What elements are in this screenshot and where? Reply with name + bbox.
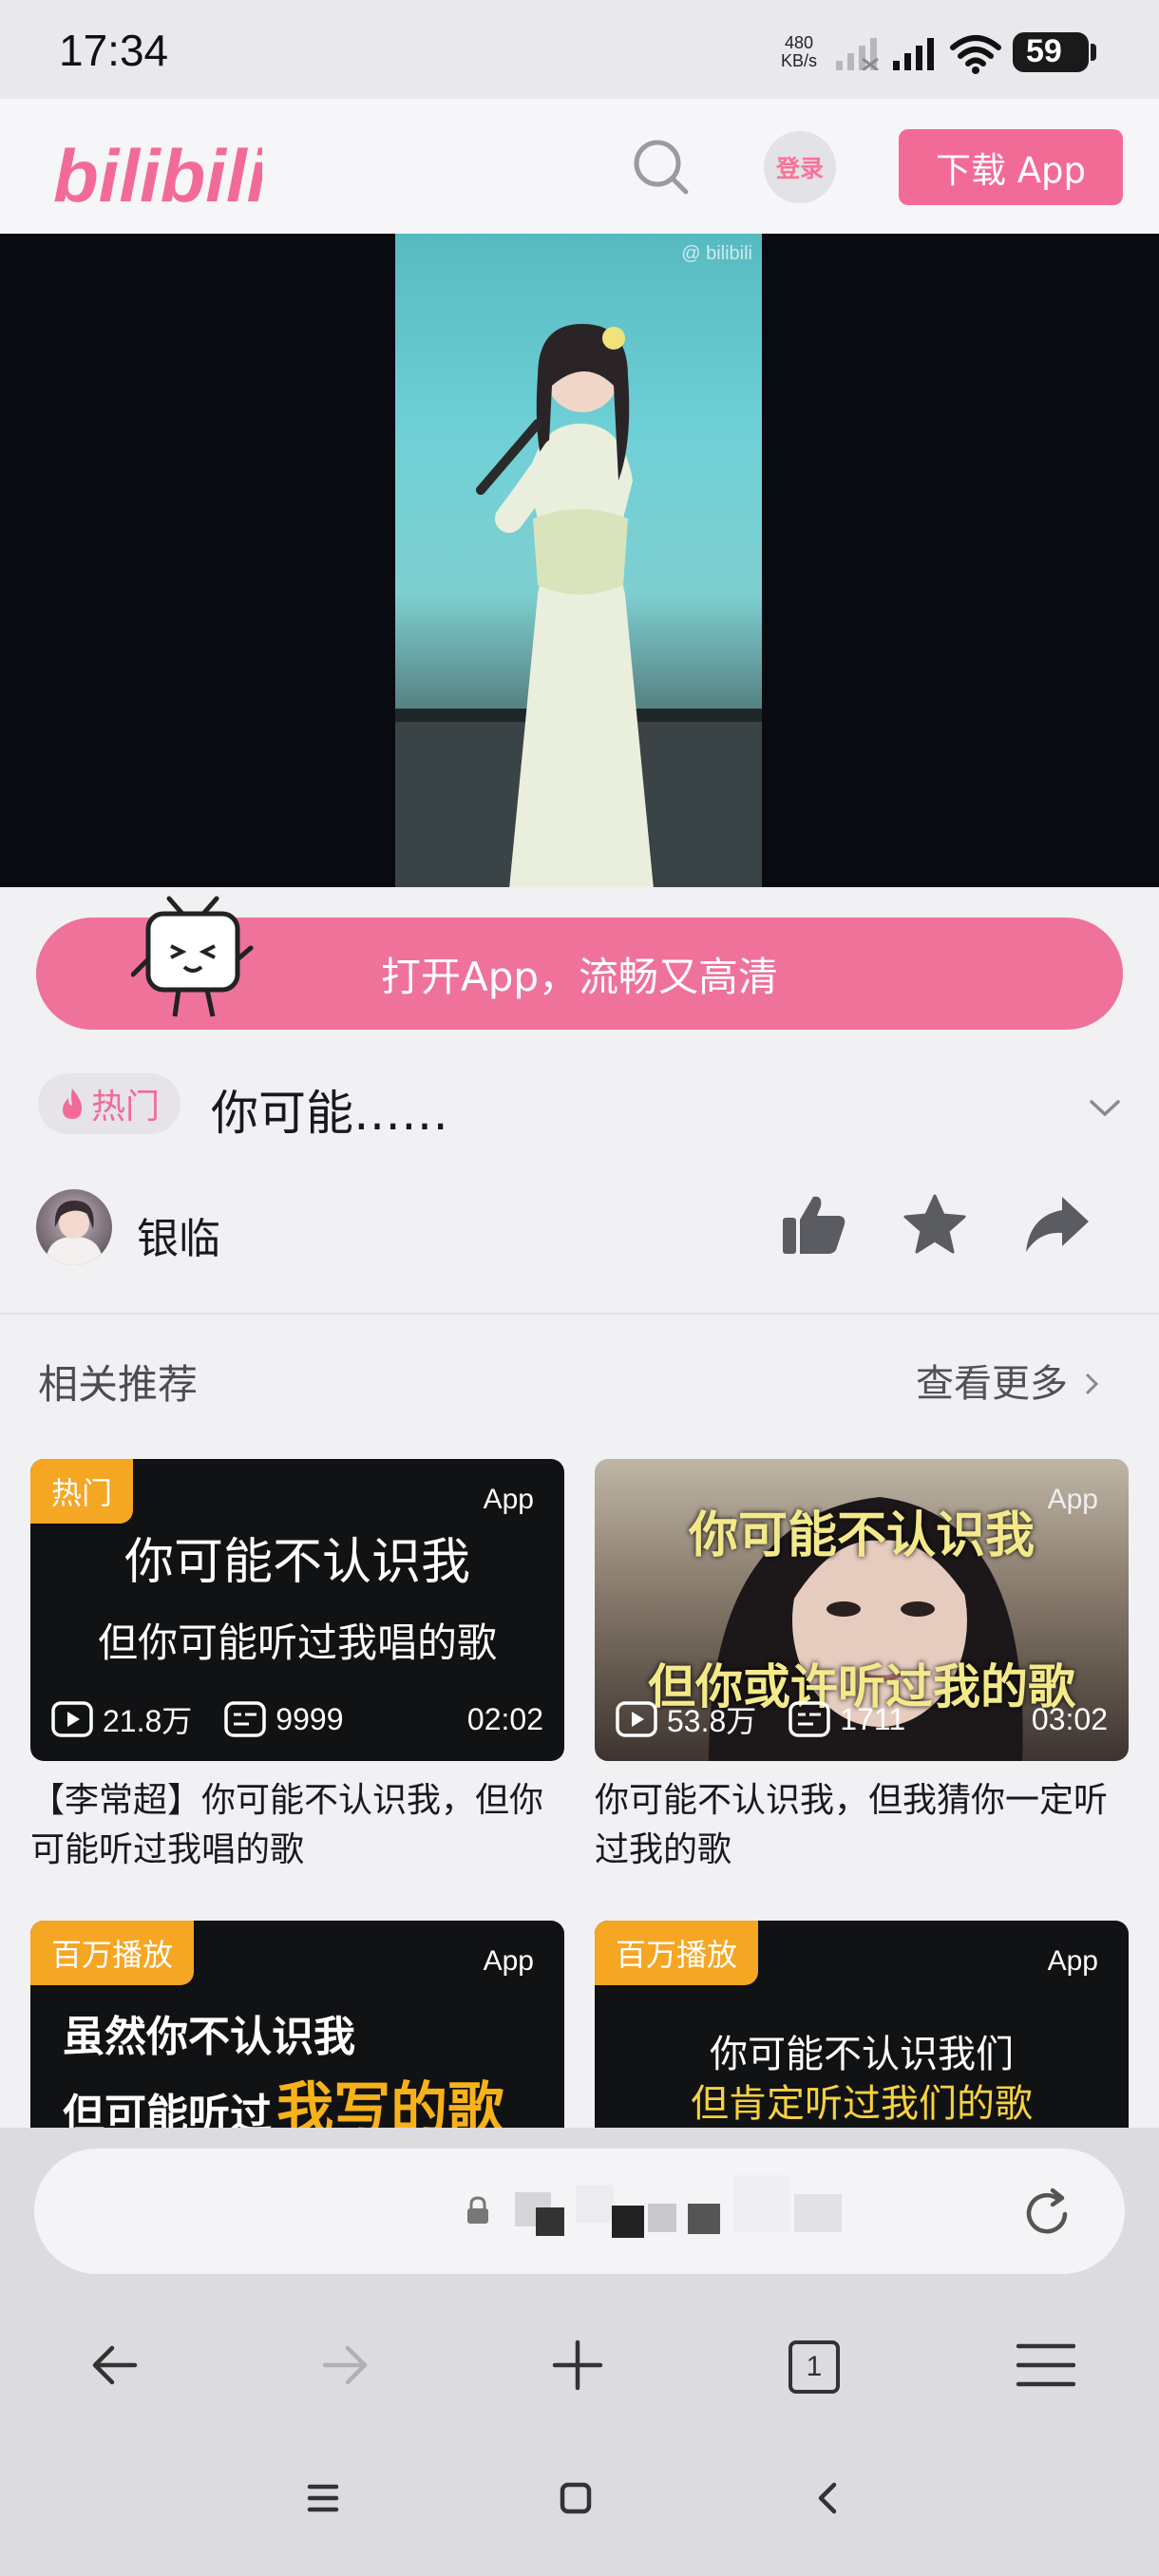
logo-text: bilibili [53,134,262,213]
video-thumbnail[interactable]: App 你可能不认识我 但你或许听过我的歌 53.8万 1711 03:02 [595,1459,1129,1761]
menu-icon[interactable] [1016,2339,1075,2392]
app-label: App [483,1484,534,1515]
uploader-avatar[interactable] [36,1189,112,1265]
thumbs-up-icon[interactable] [781,1193,847,1256]
home-icon[interactable] [559,2481,593,2515]
flame-icon [62,1089,82,1119]
play-count-icon [616,1701,657,1737]
video-card[interactable]: App 你可能不认识我 但你或许听过我的歌 53.8万 1711 03:02 你… [595,1459,1129,1875]
status-time: 17:34 [59,26,169,75]
signal-strong-icon [893,38,934,70]
signal-weak-icon [836,38,879,70]
related-heading: 相关推荐 [38,1361,199,1408]
see-more-label: 查看更多 [916,1362,1068,1406]
battery-indicator: 59 [1013,32,1089,72]
app-label: App [1047,1945,1098,1977]
danmaku-count: 1711 [840,1701,906,1736]
net-speed-unit: KB/s [780,51,817,70]
download-app-button[interactable]: 下载 App [899,129,1123,205]
thumbnail-caption: 但你可能听过我唱的歌 [97,1619,497,1666]
hot-label: 热门 [90,1088,160,1127]
net-speed-value: 480 [784,33,814,52]
video-still-image [395,324,762,887]
uploader-name[interactable]: 银临 [137,1204,220,1265]
recent-apps-icon[interactable] [306,2481,340,2515]
card-title[interactable]: 【李常超】你可能不认识我，但你可能听过我唱的歌 [30,1776,564,1875]
section-divider [0,1313,1159,1315]
video-stats: 21.8万 9999 02:02 [51,1698,543,1740]
play-count-icon [51,1701,93,1737]
danmaku-count: 9999 [276,1701,344,1736]
system-back-icon[interactable] [811,2481,846,2515]
danmaku-icon [788,1701,831,1737]
url-redacted [515,2175,842,2238]
video-thumbnail[interactable]: 热门 App 你可能不认识我 但你可能听过我唱的歌 21.8万 9999 02:… [30,1459,564,1761]
wifi-icon [950,35,1001,74]
thumbnail-caption: 你可能不认识我们 [710,2033,1014,2076]
thumbnail-caption: 虽然你不认识我 [63,2013,355,2061]
card-title[interactable]: 你可能不认识我，但我猜你一定听过我的歌 [595,1776,1129,1875]
thumbnail-caption: 你可能不认识我 [124,1534,470,1591]
thumbnail-caption: 你可能不认识我 [688,1507,1035,1564]
login-button[interactable]: 登录 [764,131,836,203]
video-title: 你可能…… [211,1086,448,1141]
chevron-down-icon[interactable] [1089,1098,1121,1119]
view-count: 53.8万 [667,1704,757,1738]
view-count: 21.8万 [103,1704,193,1738]
lock-icon [467,2196,488,2224]
avatar-image [46,1201,103,1265]
hot-badge: 热门 [38,1073,180,1134]
thumbnail-caption: 但肯定听过我们的歌 [691,2082,1033,2126]
video-tag: 百万播放 [595,1921,759,1985]
video-stats: 53.8万 1711 03:02 [616,1698,1108,1740]
bilibili-logo[interactable]: bilibili [53,122,262,213]
tab-count-frame: 1 [788,2340,840,2394]
video-card[interactable]: 热门 App 你可能不认识我 但你可能听过我唱的歌 21.8万 9999 02:… [30,1459,564,1875]
battery-cap [1091,44,1096,61]
forward-icon[interactable] [319,2339,372,2392]
net-speed: 480 KB/s [775,34,823,70]
see-more-link[interactable]: 查看更多 [916,1353,1099,1408]
share-icon[interactable] [1024,1195,1091,1254]
video-duration: 03:02 [1031,1701,1108,1736]
video-tag: 热门 [30,1459,134,1524]
search-icon[interactable] [631,137,692,198]
back-icon[interactable] [87,2339,141,2392]
reload-icon[interactable] [1018,2185,1075,2242]
new-tab-icon[interactable] [551,2339,604,2392]
video-duration: 02:02 [466,1701,543,1736]
tab-count: 1 [806,2351,823,2382]
star-icon[interactable] [902,1193,967,1256]
danmaku-icon [224,1701,267,1737]
app-label: App [483,1945,534,1977]
video-tag: 百万播放 [30,1921,195,1985]
chevron-right-icon [1085,1373,1098,1395]
video-player[interactable]: @ bilibili [0,234,1159,887]
tv-mascot-icon [131,896,254,1017]
video-frame[interactable]: @ bilibili [395,234,762,887]
status-bar: 17:34 480 KB/s 59 [0,0,1159,99]
tabs-button[interactable]: 1 [787,2339,840,2394]
battery-level: 59 [1026,33,1062,69]
